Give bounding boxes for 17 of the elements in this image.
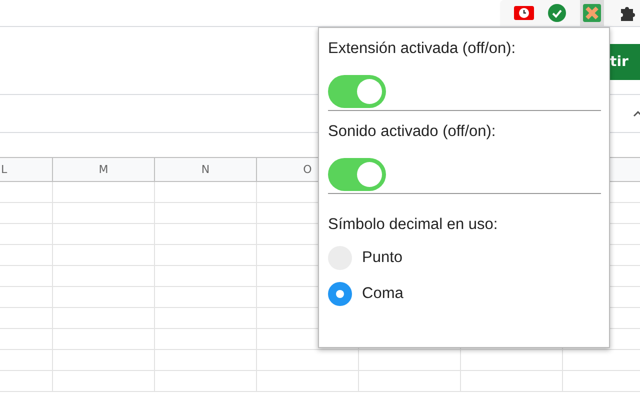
radio-label: Punto: [362, 249, 403, 267]
toggle-label: Sonido activado (off/on):: [328, 123, 497, 141]
toggle-switch[interactable]: [328, 75, 386, 108]
check-circle-icon[interactable]: [548, 4, 566, 22]
radio-button[interactable]: [328, 282, 352, 306]
column-header: O: [303, 163, 312, 176]
caret-icon[interactable]: [633, 110, 640, 116]
column-header: N: [201, 163, 210, 176]
column-header: L: [1, 163, 8, 176]
radio-label: Coma: [362, 285, 404, 303]
alarm-clock-icon[interactable]: [514, 5, 534, 21]
column-header: M: [98, 163, 108, 176]
section-label: Símbolo decimal en uso:: [328, 216, 499, 234]
puzzle-icon[interactable]: [618, 4, 636, 22]
cross-square-icon[interactable]: [583, 4, 601, 22]
toggle-label: Extensión activada (off/on):: [328, 40, 517, 58]
toggle-switch[interactable]: [328, 158, 386, 191]
